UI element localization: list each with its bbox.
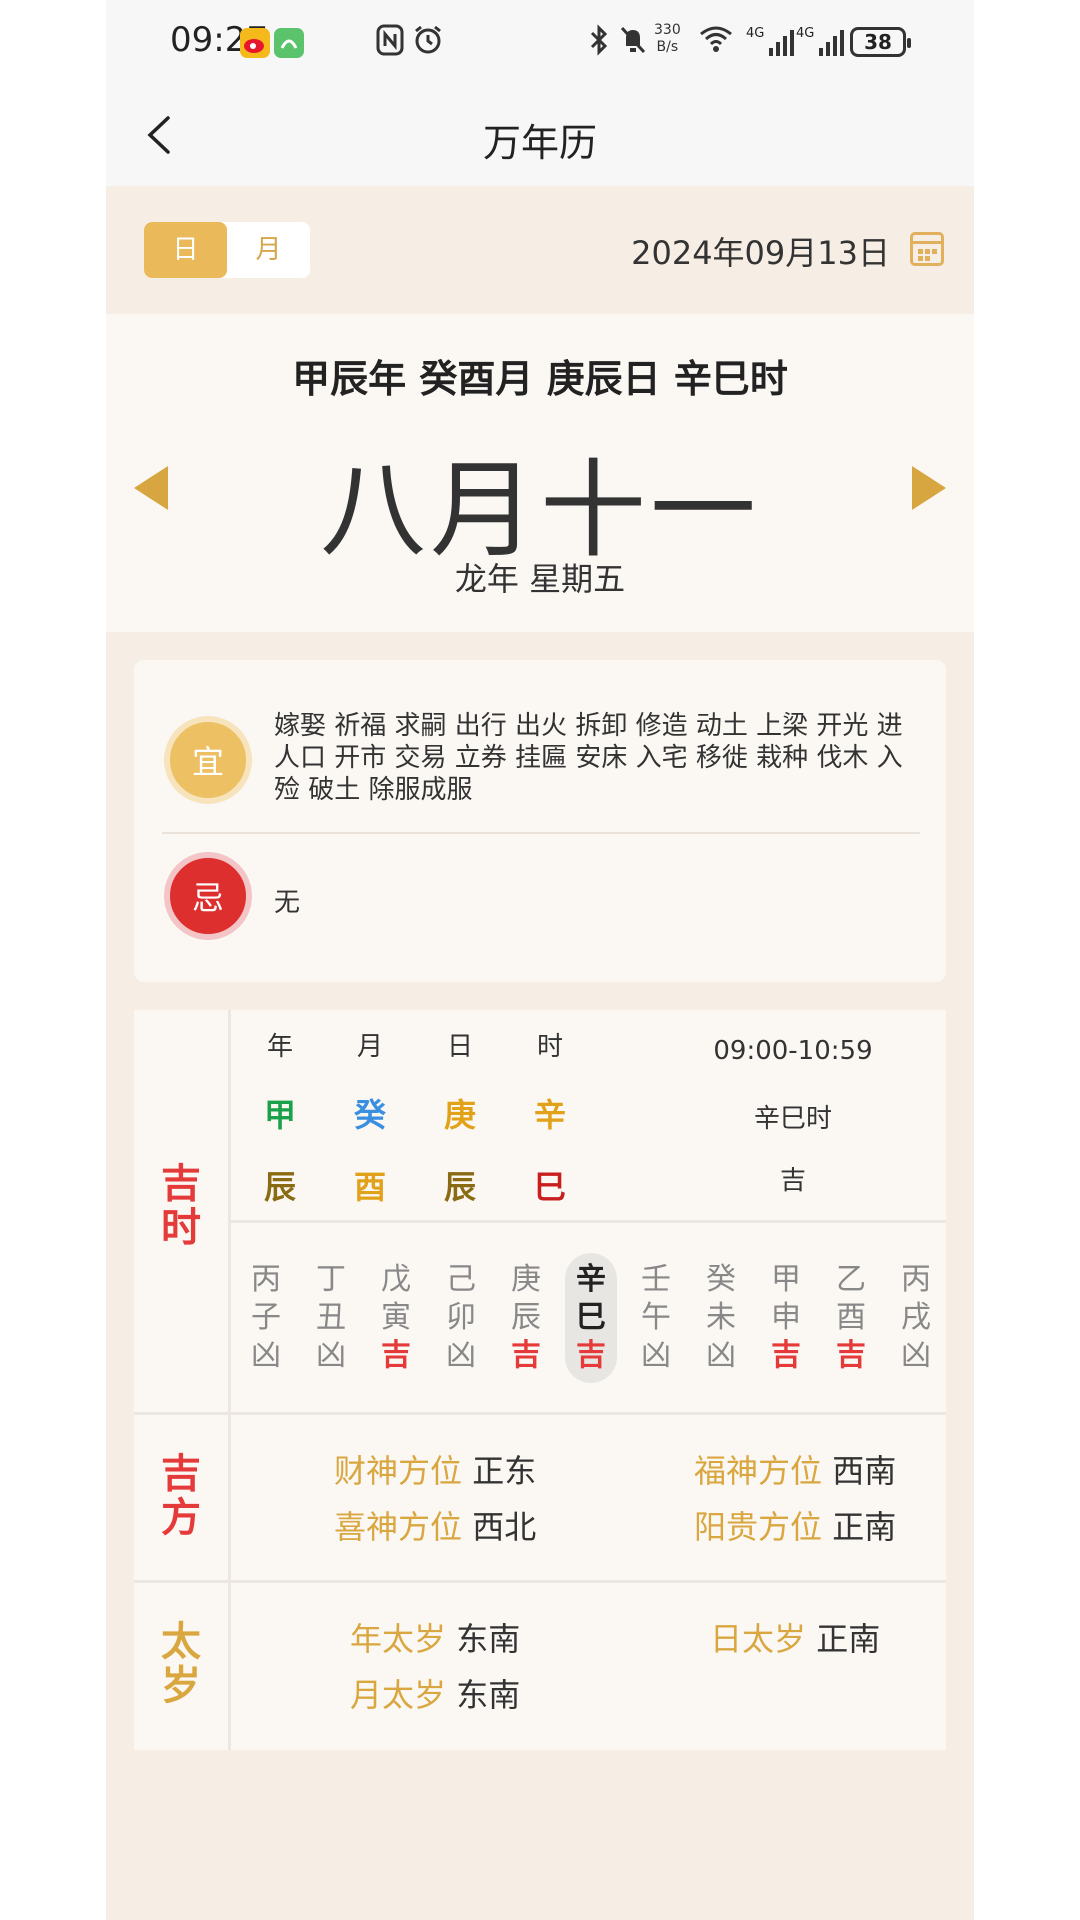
divider (134, 1580, 946, 1583)
yi-badge: 宜 (164, 716, 252, 804)
wifi-icon (698, 24, 734, 60)
direction-item: 财神方位 正东 (334, 1452, 537, 1490)
taisui-label: 太岁 (134, 1620, 228, 1708)
taisui-label-text: 太岁 (161, 1619, 201, 1709)
taisui-item: 年太岁 东南 (350, 1620, 521, 1658)
hour-cell[interactable]: 庚辰吉 (500, 1261, 552, 1375)
hour-cell[interactable]: 己卯凶 (435, 1261, 487, 1375)
mode-day-button[interactable]: 日 (144, 222, 227, 278)
pillar-branch: 巳 (533, 1168, 566, 1206)
hour-cell-current[interactable]: 辛巳吉 (565, 1253, 617, 1383)
hour-cell[interactable]: 戊寅吉 (370, 1261, 422, 1375)
pillar-stem: 癸 (353, 1096, 386, 1134)
yi-ji-card: 宜 嫁娶 祈福 求嗣 出行 出火 拆卸 修造 动土 上梁 开光 进人口 开市 交… (134, 660, 946, 982)
pillar-head: 年 (266, 1032, 293, 1062)
pillar-branch: 辰 (443, 1168, 476, 1206)
nav-bar: 万年历 (106, 84, 974, 186)
divider (162, 832, 920, 834)
pillar-head: 日 (446, 1032, 473, 1062)
zodiac-weekday: 龙年 星期五 (454, 560, 626, 598)
taisui-item: 日太岁 正南 (710, 1620, 881, 1658)
pillar-head: 时 (536, 1032, 563, 1062)
divider (134, 1412, 946, 1415)
net-speed: 330 B/s (654, 22, 681, 55)
pillar-branch: 辰 (263, 1168, 296, 1206)
hour-strip: 丙子凶 丁丑凶 戊寅吉 己卯凶 庚辰吉 辛巳吉 壬午凶 癸未凶 甲申吉 乙酉吉 … (228, 1223, 946, 1419)
jifang-label-text: 吉方 (161, 1451, 201, 1541)
ganzhi-text: 甲辰年 癸酉月 庚辰日 辛巳时 (292, 357, 788, 401)
pillar-head: 月 (356, 1032, 383, 1062)
hour-cell[interactable]: 壬午凶 (630, 1261, 682, 1375)
hour-cell[interactable]: 丙戌凶 (890, 1261, 942, 1375)
hour-cell[interactable]: 丁丑凶 (305, 1261, 357, 1375)
selected-date[interactable]: 2024年09月13日 (631, 228, 890, 274)
ji-list: 无 (274, 888, 301, 918)
alarm-icon (412, 24, 444, 62)
yi-list: 嫁娶 祈福 求嗣 出行 出火 拆卸 修造 动土 上梁 开光 进人口 开市 交易 … (274, 711, 903, 805)
hour-name: 辛巳时 (753, 1104, 832, 1134)
ji-badge: 忌 (164, 852, 252, 940)
calendar-app: 09:27 330 B/s 4G 4G 38 万年历 日 月 2024年09月1… (106, 0, 974, 1920)
calendar-icon[interactable] (910, 232, 944, 266)
hour-cell[interactable]: 癸未凶 (695, 1261, 747, 1375)
detail-table: 吉时 年 甲 辰 月 癸 酉 日 庚 辰 时 辛 巳 09:00-10:59 辛… (134, 1010, 946, 1750)
jishi-label-text: 吉时 (161, 1161, 201, 1251)
pillar-stem: 庚 (443, 1096, 476, 1134)
nfc-icon (376, 24, 404, 62)
hour-cell[interactable]: 甲申吉 (760, 1261, 812, 1375)
jifang-label: 吉方 (134, 1452, 228, 1540)
date-header: 日 月 2024年09月13日 (106, 186, 974, 314)
direction-item: 喜神方位 西北 (334, 1508, 537, 1546)
battery-icon: 38 (850, 27, 911, 57)
pillar-stem: 甲 (263, 1096, 296, 1134)
direction-item: 福神方位 西南 (694, 1452, 897, 1490)
mute-icon (618, 24, 648, 62)
pillar-stem: 辛 (533, 1096, 566, 1134)
hour-luck: 吉 (779, 1166, 806, 1196)
jishi-label: 吉时 (134, 1162, 228, 1250)
lunar-date-panel: 甲辰年 癸酉月 庚辰日 辛巳时 八月十一 龙年 星期五 (106, 314, 974, 632)
hour-cell[interactable]: 乙酉吉 (825, 1261, 877, 1375)
pillar-branch: 酉 (353, 1168, 386, 1206)
mode-month-button[interactable]: 月 (227, 222, 310, 278)
taisui-item: 月太岁 东南 (350, 1676, 521, 1714)
page-title: 万年历 (482, 121, 597, 165)
four-pillars: 年 甲 辰 月 癸 酉 日 庚 辰 时 辛 巳 09:00-10:59 辛巳时 … (228, 1010, 946, 1220)
weibo-app-icon (240, 28, 270, 58)
green-app-icon (274, 28, 304, 58)
status-bar: 09:27 330 B/s 4G 4G 38 (106, 0, 974, 84)
hour-range: 09:00-10:59 (713, 1036, 873, 1066)
bluetooth-icon (588, 24, 610, 62)
next-day-icon[interactable] (912, 466, 946, 510)
signal-icon: 4G (746, 26, 795, 56)
direction-item: 阳贵方位 正南 (694, 1508, 897, 1546)
signal-icon: 4G (796, 26, 845, 56)
hour-cell[interactable]: 丙子凶 (240, 1261, 292, 1375)
mode-toggle: 日 月 (144, 222, 310, 278)
